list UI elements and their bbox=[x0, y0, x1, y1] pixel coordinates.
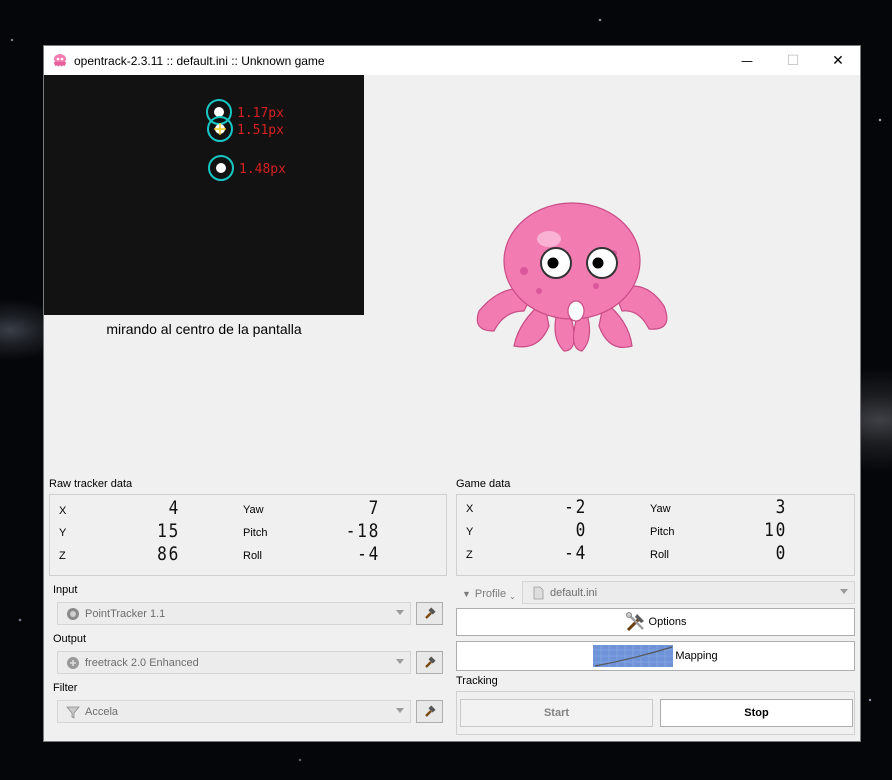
raw-roll-value: -4 bbox=[357, 543, 380, 565]
filter-settings-button[interactable] bbox=[416, 700, 443, 723]
close-button[interactable]: ✕ bbox=[815, 46, 861, 75]
tracker-point-3: 1.48px bbox=[208, 155, 286, 181]
game-x-value: -2 bbox=[564, 496, 587, 518]
tracker-icon bbox=[67, 607, 79, 620]
raw-pitch-value: -18 bbox=[345, 520, 380, 542]
raw-yaw-value: 7 bbox=[368, 497, 380, 519]
tracker-point-1-label: 1.17px bbox=[237, 106, 284, 121]
profile-value: default.ini bbox=[550, 586, 598, 599]
chevron-down-icon bbox=[840, 589, 848, 594]
output-combo[interactable]: freetrack 2.0 Enhanced bbox=[57, 651, 411, 674]
filter-label: Filter bbox=[53, 682, 78, 694]
hammer-icon bbox=[424, 704, 436, 717]
tracking-group: Start Stop bbox=[456, 691, 855, 735]
filter-value: Accela bbox=[85, 705, 119, 718]
output-value: freetrack 2.0 Enhanced bbox=[85, 656, 199, 669]
raw-y-label: Y bbox=[59, 527, 67, 539]
octopus-app-icon bbox=[54, 53, 66, 66]
game-y-label: Y bbox=[466, 526, 474, 538]
dropdown-arrow-icon: ▼ bbox=[462, 588, 471, 599]
game-pitch-value: 10 bbox=[764, 519, 787, 541]
chevron-down-icon bbox=[396, 708, 404, 713]
game-yaw-label: Yaw bbox=[650, 503, 671, 515]
tools-icon bbox=[625, 612, 644, 632]
game-z-label: Z bbox=[466, 549, 473, 561]
filter-combo[interactable]: Accela bbox=[57, 700, 411, 723]
profile-menu-button[interactable]: ▼ Profile ⌄ bbox=[462, 586, 516, 602]
profile-label: Profile bbox=[474, 587, 507, 600]
minimize-icon: — bbox=[741, 53, 753, 68]
raw-x-value: 4 bbox=[168, 497, 180, 519]
raw-y-value: 15 bbox=[157, 520, 180, 542]
output-label: Output bbox=[53, 633, 87, 645]
game-z-value: -4 bbox=[564, 542, 587, 564]
raw-x-label: X bbox=[59, 505, 67, 517]
start-button[interactable]: Start bbox=[460, 699, 653, 727]
mapping-label: Mapping bbox=[675, 650, 718, 662]
stop-label: Stop bbox=[744, 707, 769, 719]
options-label: Options bbox=[648, 616, 687, 628]
chevron-down-icon bbox=[396, 610, 404, 615]
maximize-icon: ☐ bbox=[786, 52, 800, 69]
game-data-group: X -2 Yaw 3 Y 0 Pitch 10 Z -4 Roll 0 bbox=[456, 494, 855, 576]
output-settings-button[interactable] bbox=[416, 651, 443, 674]
game-y-value: 0 bbox=[575, 519, 587, 541]
hammer-icon bbox=[424, 606, 436, 619]
options-button[interactable]: Options bbox=[456, 608, 855, 636]
input-combo[interactable]: PointTracker 1.1 bbox=[57, 602, 411, 625]
tracker-points-overlay: 1.17px 1.51px 1.48px bbox=[206, 99, 286, 181]
hammer-icon bbox=[424, 655, 436, 668]
raw-z-value: 86 bbox=[157, 543, 180, 565]
window-title: opentrack-2.3.11 :: default.ini :: Unkno… bbox=[74, 53, 325, 68]
start-label: Start bbox=[543, 707, 570, 719]
raw-z-label: Z bbox=[59, 550, 66, 562]
camera-preview: 1.17px 1.51px 1.48px bbox=[44, 75, 364, 315]
profile-combo[interactable]: default.ini bbox=[522, 581, 855, 604]
mapping-button[interactable]: Mapping bbox=[456, 641, 855, 671]
raw-roll-label: Roll bbox=[243, 550, 262, 562]
game-yaw-value: 3 bbox=[775, 496, 787, 518]
maximize-button[interactable]: ☐ bbox=[770, 46, 816, 75]
chevron-down-icon bbox=[396, 659, 404, 664]
raw-pitch-label: Pitch bbox=[243, 527, 268, 539]
raw-tracker-group: X 4 Yaw 7 Y 15 Pitch -18 Z 86 Roll -4 bbox=[49, 494, 447, 576]
minimize-button[interactable]: — bbox=[724, 46, 770, 75]
game-roll-label: Roll bbox=[650, 549, 669, 561]
input-settings-button[interactable] bbox=[416, 602, 443, 625]
camera-caption: mirando al centro de la pantalla bbox=[106, 321, 302, 337]
raw-tracker-title: Raw tracker data bbox=[49, 478, 133, 490]
funnel-icon bbox=[66, 706, 80, 719]
game-roll-value: 0 bbox=[775, 542, 787, 564]
game-data-title: Game data bbox=[456, 478, 511, 490]
raw-yaw-label: Yaw bbox=[243, 504, 264, 516]
close-icon: ✕ bbox=[832, 52, 844, 69]
game-x-label: X bbox=[466, 503, 474, 515]
tracker-point-1: 1.17px bbox=[206, 99, 284, 125]
stop-button[interactable]: Stop bbox=[660, 699, 853, 727]
tracker-point-3-label: 1.48px bbox=[239, 162, 286, 177]
document-icon bbox=[533, 586, 544, 599]
input-label: Input bbox=[53, 584, 78, 596]
input-value: PointTracker 1.1 bbox=[85, 607, 166, 620]
mapping-curve-icon bbox=[593, 645, 674, 667]
octopus-logo bbox=[476, 202, 668, 352]
title-bar[interactable]: opentrack-2.3.11 :: default.ini :: Unkno… bbox=[44, 46, 860, 75]
tracking-label: Tracking bbox=[456, 675, 498, 687]
chevron-down-icon: ⌄ bbox=[509, 592, 516, 601]
game-pitch-label: Pitch bbox=[650, 526, 675, 538]
freetrack-icon bbox=[67, 656, 79, 669]
opentrack-window: opentrack-2.3.11 :: default.ini :: Unkno… bbox=[43, 45, 861, 742]
tracker-point-2-label: 1.51px bbox=[237, 123, 284, 138]
